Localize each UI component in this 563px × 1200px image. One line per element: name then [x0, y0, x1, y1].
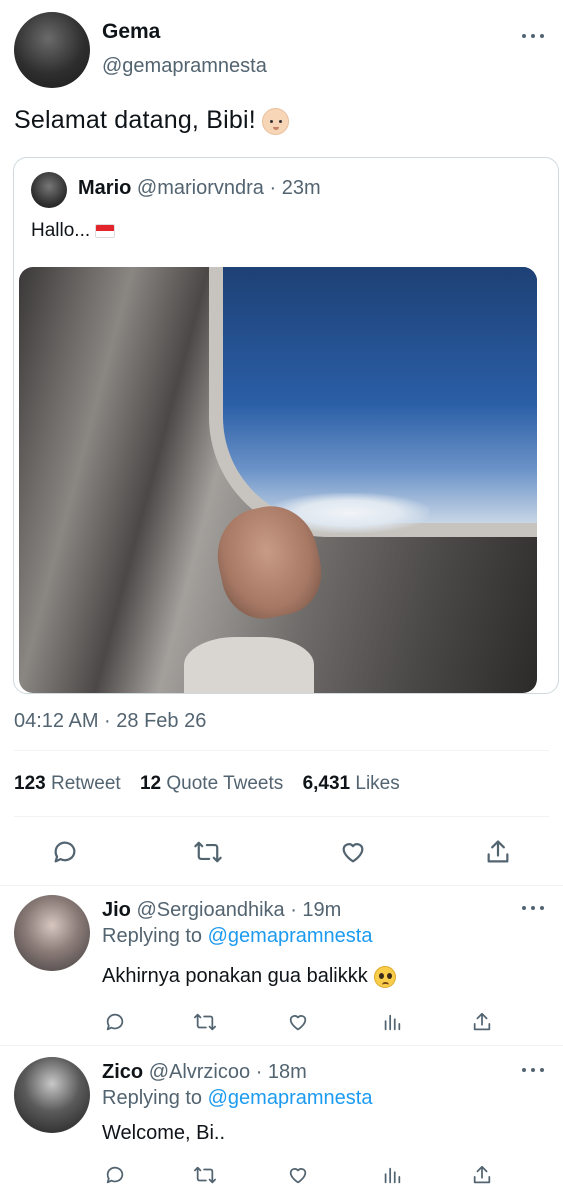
- likes-count: 6,431: [302, 773, 351, 794]
- reply-author-name[interactable]: Jio: [102, 899, 131, 921]
- quote-label: Quote Tweets: [166, 773, 284, 794]
- tweet-stats: 123 Retweet 12 Quote Tweets 6,431 Likes: [14, 773, 414, 795]
- likes-stat[interactable]: 6,431 Likes: [303, 773, 400, 794]
- reply-author-avatar[interactable]: [14, 895, 90, 971]
- divider: [0, 1045, 563, 1046]
- quote-stat[interactable]: 12 Quote Tweets: [140, 773, 283, 794]
- reply-author-name[interactable]: Zico: [102, 1061, 143, 1083]
- like-icon[interactable]: [335, 834, 371, 870]
- replying-to-prefix: Replying to: [102, 925, 203, 947]
- reply-time: · 18m: [255, 1061, 307, 1083]
- analytics-icon[interactable]: [378, 1008, 406, 1036]
- like-icon[interactable]: [284, 1008, 312, 1036]
- reply-icon[interactable]: [47, 834, 83, 870]
- more-options-icon[interactable]: [522, 31, 544, 41]
- quoted-author-name[interactable]: Mario: [78, 177, 131, 199]
- likes-label: Likes: [355, 773, 400, 794]
- reply-text: Akhirnya ponakan gua balikkk: [102, 965, 396, 988]
- reply-text-content: Akhirnya ponakan gua balikkk: [102, 965, 368, 987]
- more-options-icon[interactable]: [522, 1065, 544, 1075]
- reply-author-avatar[interactable]: [14, 1057, 90, 1133]
- share-icon[interactable]: [480, 834, 516, 870]
- divider: [14, 750, 549, 751]
- reply-icon[interactable]: [101, 1008, 129, 1036]
- reply-author-handle[interactable]: @Alvrzicoo: [149, 1061, 250, 1083]
- tweet-timestamp[interactable]: 04:12 AM · 28 Feb 26: [14, 710, 206, 733]
- quoted-tweet-text-content: Hallo...: [31, 220, 91, 241]
- retweet-icon[interactable]: [190, 834, 226, 870]
- main-tweet-text-content: Selamat datang, Bibi!: [14, 106, 256, 134]
- analytics-icon[interactable]: [378, 1161, 406, 1189]
- main-author-handle[interactable]: @gemapramnesta: [102, 55, 267, 78]
- retweet-icon[interactable]: [190, 1161, 220, 1189]
- quoted-tweet-photo[interactable]: [19, 267, 537, 693]
- retweet-count: 123: [14, 773, 46, 794]
- replying-to-handle[interactable]: @gemapramnesta: [208, 925, 373, 947]
- quoted-author-avatar[interactable]: [31, 172, 67, 208]
- reply-text-content: Welcome, Bi..: [102, 1122, 225, 1144]
- replying-to-line: Replying to @gemapramnesta: [102, 1087, 372, 1110]
- main-author-avatar[interactable]: [14, 12, 90, 88]
- reply-author-handle[interactable]: @Sergioandhika: [136, 899, 284, 921]
- reply-header: Jio @Sergioandhika · 19m: [102, 899, 341, 922]
- sleeve-shape: [184, 637, 314, 693]
- quoted-author-handle[interactable]: @mariorvndra: [137, 177, 264, 199]
- divider: [0, 885, 563, 886]
- reply-text: Welcome, Bi..: [102, 1122, 225, 1145]
- quoted-tweet-text: Hallo...: [31, 220, 116, 242]
- reply-header: Zico @Alvrzicoo · 18m: [102, 1061, 307, 1084]
- divider: [14, 816, 549, 817]
- retweet-stat[interactable]: 123 Retweet: [14, 773, 121, 794]
- quoted-tweet-card[interactable]: Mario @mariorvndra · 23m Hallo...: [13, 157, 559, 694]
- main-tweet-text: Selamat datang, Bibi!: [14, 106, 289, 135]
- like-icon[interactable]: [284, 1161, 312, 1189]
- quoted-tweet-header: Mario @mariorvndra · 23m: [78, 177, 321, 200]
- share-icon[interactable]: [468, 1161, 496, 1189]
- indonesia-flag-emoji: [95, 223, 116, 238]
- baby-face-emoji: [261, 107, 289, 135]
- retweet-icon[interactable]: [190, 1008, 220, 1036]
- more-options-icon[interactable]: [522, 903, 544, 913]
- replying-to-line: Replying to @gemapramnesta: [102, 925, 372, 948]
- retweet-label: Retweet: [50, 773, 121, 794]
- reply-time: · 19m: [290, 899, 342, 921]
- replying-to-handle[interactable]: @gemapramnesta: [208, 1087, 373, 1109]
- quoted-tweet-time: · 23m: [269, 177, 321, 199]
- pleading-face-emoji: [373, 965, 396, 988]
- quote-count: 12: [139, 773, 162, 794]
- replying-to-prefix: Replying to: [102, 1087, 203, 1109]
- share-icon[interactable]: [468, 1008, 496, 1036]
- reply-icon[interactable]: [101, 1161, 129, 1189]
- main-author-name[interactable]: Gema: [102, 20, 160, 44]
